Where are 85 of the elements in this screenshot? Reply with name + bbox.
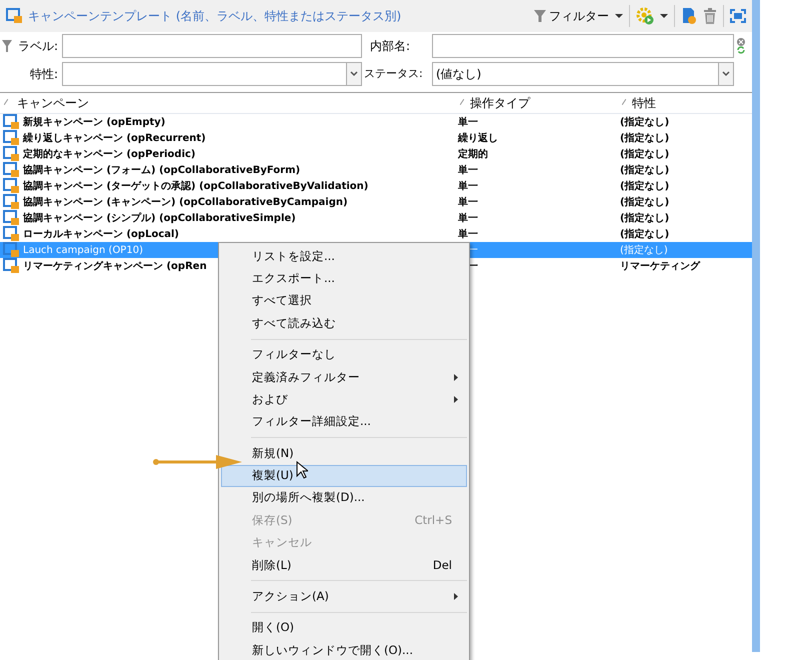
- dropdown-field[interactable]: (値なし): [432, 62, 734, 86]
- menu-item[interactable]: アクション(A): [221, 585, 467, 608]
- table-cell: (指定なし): [620, 180, 670, 192]
- text-field[interactable]: [62, 34, 362, 58]
- table-cell: (指定なし): [620, 148, 670, 160]
- table-cell-text: 単一: [458, 212, 478, 226]
- template-icon: [3, 146, 20, 162]
- dropdown-field[interactable]: [62, 62, 362, 86]
- panel-title: キャンペーンテンプレート (名前、ラベル、特性またはステータス別): [28, 8, 402, 25]
- table-cell: (指定なし): [620, 244, 668, 256]
- table-cell: (指定なし): [620, 164, 670, 176]
- menu-item[interactable]: すべて読み込む: [221, 312, 467, 335]
- menu-item[interactable]: フィルター詳細設定...: [221, 410, 467, 434]
- menu-item[interactable]: および: [221, 388, 467, 411]
- funnel-icon: [2, 39, 12, 53]
- template-icon: [3, 114, 20, 130]
- menu-item[interactable]: 新しいウィンドウで開く(O)...: [221, 639, 467, 660]
- funnel-icon: [534, 9, 546, 23]
- text-field[interactable]: [432, 34, 734, 58]
- table-cell-text: 繰り返し: [458, 132, 498, 146]
- template-icon: [3, 210, 20, 226]
- table-cell: (指定なし): [620, 132, 670, 144]
- template-icon: [3, 194, 20, 210]
- table-cell: (指定なし): [620, 212, 670, 224]
- caret-icon[interactable]: [615, 13, 623, 19]
- table-cell-text: 新規キャンペーン (opEmpty): [23, 115, 166, 130]
- template-icon: [3, 226, 20, 242]
- chevron-icon: [350, 71, 358, 77]
- table-cell-text: ローカルキャンペーン (opLocal): [23, 228, 179, 242]
- template-icon: [3, 178, 20, 194]
- template-icon: [3, 130, 20, 146]
- menu-item[interactable]: 新規(N): [221, 442, 467, 465]
- table-cell: (指定なし): [620, 228, 670, 240]
- field-label: ステータス:: [363, 66, 424, 82]
- table-cell-text: 繰り返しキャンペーン (opRecurrent): [23, 132, 206, 146]
- cursor-icon: [296, 461, 308, 479]
- table-cell: (指定なし): [620, 116, 670, 128]
- table-cell-text: 単一: [458, 196, 478, 210]
- template-icon: [3, 258, 20, 274]
- template-icon: [3, 242, 20, 258]
- menu-item[interactable]: 開く(O): [221, 616, 467, 640]
- field-label: 内部名:: [369, 38, 412, 55]
- menu-item[interactable]: 定義済みフィルター: [221, 366, 467, 388]
- field-label: ラベル:: [18, 38, 58, 55]
- table-cell-text: リマーケティングキャンペーン (opRen: [23, 260, 207, 274]
- fullscreen-icon[interactable]: [730, 9, 746, 23]
- table-cell-text: 単一: [458, 180, 478, 194]
- table-cell-text: 協調キャンペーン (ターゲットの承認) (opCollaborativeByValidation): [23, 179, 368, 194]
- menu-item[interactable]: 複製(U): [221, 464, 467, 487]
- table-cell-text: 単一: [458, 116, 478, 130]
- template-icon: [3, 162, 20, 178]
- table-cell: (指定なし): [620, 196, 670, 208]
- caret-icon[interactable]: [660, 13, 668, 19]
- filter-button[interactable]: フィルター: [534, 7, 609, 25]
- menu-item[interactable]: 削除(L) Del: [221, 554, 467, 576]
- table-cell-text: 協調キャンペーン (フォーム) (opCollaborativeByForm): [23, 163, 300, 178]
- trash-icon[interactable]: [703, 8, 717, 24]
- menu-item[interactable]: エクスポート...: [221, 267, 467, 290]
- gear-icon[interactable]: [636, 7, 654, 25]
- table-cell: リマーケティング: [620, 260, 700, 272]
- table-cell-text: 単一: [458, 228, 478, 242]
- column-header[interactable]: キャンペーン: [17, 94, 89, 112]
- field-label: 特性:: [30, 67, 58, 81]
- refresh-icon[interactable]: [737, 46, 745, 54]
- shortcut-text: Ctrl+S: [414, 512, 452, 529]
- menu-item[interactable]: フィルターなし: [221, 344, 467, 366]
- table-cell-text: 協調キャンペーン (シンプル) (opCollaborativeSimple): [23, 211, 296, 226]
- menu-item[interactable]: すべて選択: [221, 290, 467, 312]
- menu-item[interactable]: 別の場所へ複製(D)...: [221, 486, 467, 510]
- column-header[interactable]: 操作タイプ: [470, 94, 530, 112]
- table-cell-text: 定期的なキャンペーン (opPeriodic): [23, 147, 196, 162]
- submenu-arrow-icon: [454, 593, 458, 600]
- chevron-icon: [722, 71, 730, 77]
- table-cell-text: 定期的: [458, 147, 488, 162]
- submenu-arrow-icon: [454, 396, 458, 404]
- menu-item[interactable]: リストを設定...: [221, 245, 467, 268]
- column-header[interactable]: 特性: [632, 94, 656, 112]
- table-cell-text: 単一: [458, 164, 478, 178]
- clear-icon[interactable]: [737, 38, 745, 46]
- table-cell-text: 協調キャンペーン (キャンペーン) (opCollaborativeByCampaign): [23, 195, 348, 210]
- table-cell-text: Lauch campaign (OP10): [23, 244, 143, 258]
- template-icon: [6, 8, 22, 24]
- shortcut-text: Del: [432, 556, 452, 574]
- new-document-icon[interactable]: [681, 7, 697, 25]
- submenu-arrow-icon: [454, 374, 458, 381]
